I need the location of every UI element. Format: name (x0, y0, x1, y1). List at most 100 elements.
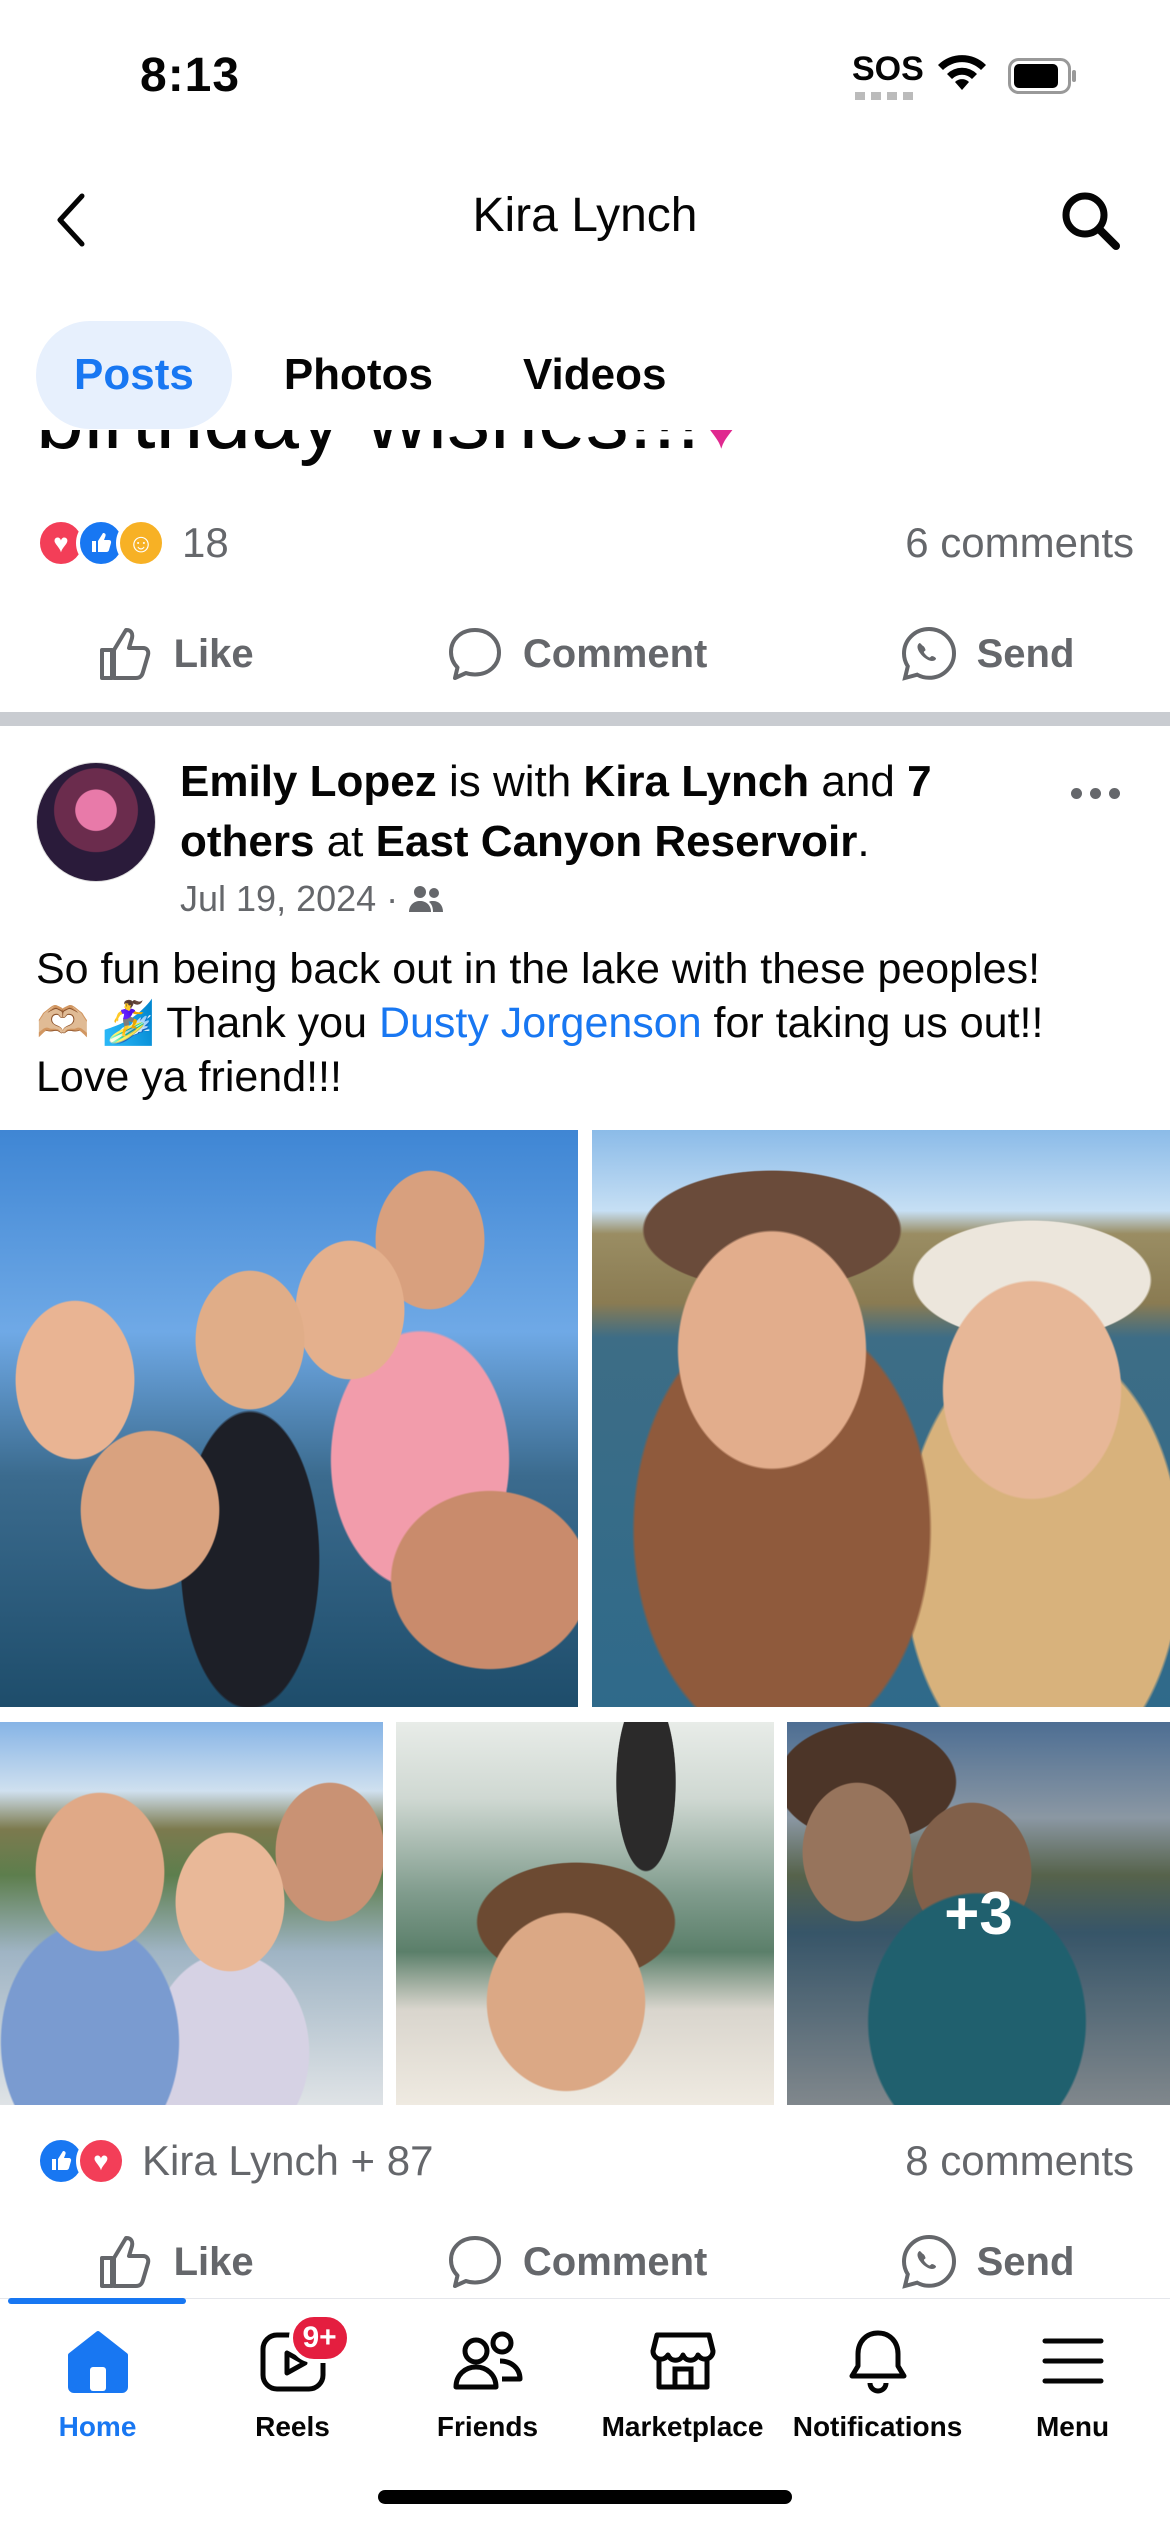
like-button[interactable]: Like (56, 624, 294, 684)
post-reactions: ♥ Kira Lynch + 87 8 comments (36, 2136, 1134, 2186)
avatar[interactable] (36, 762, 156, 882)
page-header: Kira Lynch (0, 150, 1170, 290)
nav-menu[interactable]: Menu (975, 2321, 1170, 2443)
reactions-label: Kira Lynch + 87 (142, 2137, 434, 2184)
previous-post-actions: Like Comment Send (0, 604, 1170, 704)
and-text: and (809, 757, 908, 806)
like-button[interactable]: Like (56, 2232, 294, 2292)
sos-indicator: SOS (852, 50, 924, 88)
reaction-summary[interactable]: ♥ Kira Lynch + 87 (36, 2136, 433, 2186)
care-reaction-icon: ☺ (116, 518, 166, 568)
post-actions: Like Comment Send (0, 2222, 1170, 2302)
more-options-button[interactable] (1060, 768, 1130, 818)
thumbs-up-icon (52, 2151, 72, 2170)
nav-menu-label: Menu (1035, 2411, 1110, 2442)
nav-reels-label: Reels (255, 2411, 330, 2442)
with-text: is with (436, 757, 584, 806)
nav-notifications-label: Notifications (792, 2411, 963, 2442)
post-date[interactable]: Jul 19, 2024 (180, 878, 376, 920)
status-time: 8:13 (140, 49, 241, 102)
comment-icon (448, 628, 501, 680)
post-text-line-3: Love ya friend!!! (36, 1053, 342, 1101)
post-photo[interactable] (0, 1130, 578, 1707)
send-button[interactable]: Send (859, 624, 1115, 684)
home-indicator (378, 2490, 792, 2504)
previous-post-reactions: ♥ ☺ 18 6 comments (36, 518, 1134, 568)
more-photos-overlay: +3 (787, 1722, 1170, 2105)
active-tab-indicator (8, 2298, 186, 2304)
bell-icon (849, 2330, 906, 2394)
nav-notifications[interactable]: Notifications (780, 2321, 975, 2443)
post-text-thank: Thank you (155, 999, 379, 1047)
post-photo[interactable] (0, 1722, 383, 2105)
nav-home[interactable]: Home (0, 2321, 195, 2443)
thumbs-up-icon (99, 2236, 150, 2288)
send-button[interactable]: Send (859, 2232, 1115, 2292)
meta-separator: · (386, 878, 399, 919)
like-label: Like (173, 631, 254, 676)
post-photo-more[interactable]: +3 (787, 1722, 1170, 2105)
profile-tabs: Posts Photos Videos (36, 320, 704, 430)
comment-button[interactable]: Comment (405, 624, 747, 684)
tagged-name[interactable]: Kira Lynch (583, 757, 809, 806)
friends-audience-icon (409, 886, 444, 912)
comment-label: Comment (522, 631, 708, 676)
post-divider (0, 712, 1170, 726)
nav-home-label: Home (58, 2411, 137, 2442)
whatsapp-icon (901, 2234, 956, 2289)
heart-icon: ♥ (700, 430, 742, 463)
dot (1089, 787, 1101, 799)
love-reaction-icon: ♥ (76, 2136, 126, 2186)
comments-count[interactable]: 6 comments (905, 519, 1134, 567)
comment-icon (448, 2236, 501, 2288)
thumbs-up-icon (99, 628, 150, 680)
send-label: Send (976, 631, 1075, 676)
post-text-line-2: 🫶🏼 🏄‍♀️ Thank you Dusty Jorgenson for ta… (36, 996, 1146, 1050)
tab-posts[interactable]: Posts (36, 321, 232, 429)
thumbs-up-icon (92, 533, 112, 552)
post-text-emoji: 🫶🏼 🏄‍♀️ (36, 999, 156, 1047)
search-icon (1062, 192, 1120, 250)
tab-videos[interactable]: Videos (485, 321, 704, 429)
battery-icon (1008, 58, 1076, 94)
dot (1108, 787, 1120, 799)
nav-friends[interactable]: Friends (390, 2321, 585, 2443)
reaction-count: 18 (182, 519, 229, 566)
reaction-summary[interactable]: ♥ ☺ 18 (36, 518, 229, 568)
post-photo[interactable] (396, 1722, 774, 2105)
dot (1070, 787, 1082, 799)
more-photos-count: +3 (944, 1880, 1013, 1947)
menu-icon (1042, 2338, 1103, 2384)
comments-count[interactable]: 8 comments (905, 2137, 1134, 2185)
post-header: Emily Lopez is with Kira Lynch and 7 oth… (180, 752, 1060, 872)
status-bar: 8:13 SOS (0, 0, 1170, 150)
send-label: Send (976, 2239, 1075, 2284)
wifi-icon (938, 55, 986, 90)
nav-friends-label: Friends (436, 2411, 539, 2442)
nav-marketplace-label: Marketplace (601, 2411, 764, 2442)
previous-post-caption-text: birthday wishes!!! (36, 430, 700, 467)
like-label: Like (173, 2239, 254, 2284)
previous-post-caption: birthday wishes!!!♥ (0, 430, 1170, 485)
post-text: So fun being back out in the lake with t… (36, 942, 1146, 1104)
nav-reels[interactable]: 9+ Reels (195, 2313, 390, 2443)
post-photo[interactable] (592, 1130, 1170, 1707)
comment-label: Comment (522, 2239, 708, 2284)
page-title: Kira Lynch (472, 189, 698, 242)
signal-dots (855, 92, 915, 100)
period: . (857, 817, 870, 866)
comment-button[interactable]: Comment (405, 2232, 747, 2292)
tab-photos[interactable]: Photos (246, 321, 471, 429)
post-text-taking: for taking us out!! (701, 999, 1044, 1047)
whatsapp-icon (901, 626, 956, 681)
place-link[interactable]: East Canyon Reservoir (376, 817, 858, 866)
nav-marketplace[interactable]: Marketplace (585, 2321, 780, 2443)
post-meta: Jul 19, 2024 · (180, 878, 444, 920)
post-text-line-1: So fun being back out in the lake with t… (36, 945, 1041, 993)
mention-link[interactable]: Dusty Jorgenson (379, 999, 702, 1047)
friends-icon (453, 2331, 522, 2390)
reels-badge: 9+ (288, 2313, 351, 2363)
home-icon (67, 2331, 128, 2393)
search-button[interactable] (1050, 180, 1130, 260)
author-name[interactable]: Emily Lopez (180, 757, 437, 806)
